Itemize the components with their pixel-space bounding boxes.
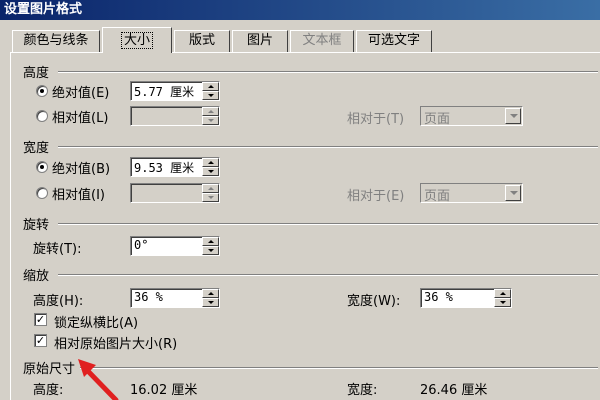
scale-section-title: 缩放 <box>23 269 50 284</box>
tab-layout-label: 版式 <box>188 33 215 48</box>
spin-up-icon[interactable] <box>202 237 219 246</box>
scale-width-label: 宽度(W): <box>347 294 401 309</box>
annotation-arrow-icon <box>78 359 119 400</box>
rotate-section-title: 旋转 <box>23 218 50 233</box>
height-section-divider <box>58 71 598 73</box>
window-title: 设置图片格式 <box>0 0 600 20</box>
width-absolute-label: 绝对值(B) <box>52 162 111 177</box>
chevron-down-icon <box>505 108 521 124</box>
spin-down-icon <box>202 116 219 125</box>
width-relative-to-value: 页面 <box>424 189 451 204</box>
checkmark-icon: ✓ <box>35 313 46 326</box>
scale-height-label: 高度(H): <box>33 294 84 309</box>
width-absolute-value: 9.53 厘米 <box>134 161 195 175</box>
chevron-down-icon <box>505 185 521 201</box>
height-section-title: 高度 <box>23 66 50 81</box>
tab-layout[interactable]: 版式 <box>174 30 230 52</box>
spin-up-icon[interactable] <box>494 289 511 298</box>
tab-textbox-label: 文本框 <box>302 33 342 48</box>
tab-colors-lines[interactable]: 颜色与线条 <box>12 30 100 52</box>
rotate-label: 旋转(T): <box>33 242 82 257</box>
spin-down-icon[interactable] <box>202 91 219 100</box>
original-section-title: 原始尺寸 <box>23 362 76 377</box>
rotate-section-divider <box>58 223 598 225</box>
spin-up-icon[interactable] <box>202 289 219 298</box>
tab-size[interactable]: 大小 <box>102 27 172 53</box>
relative-original-checkbox[interactable]: ✓ <box>34 334 47 347</box>
width-section-divider <box>58 146 598 148</box>
relative-original-label: 相对原始图片大小(R) <box>54 337 178 352</box>
original-width-label: 宽度: <box>347 383 378 398</box>
height-relative-to-label: 相对于(T) <box>347 112 405 127</box>
width-relative-label: 相对值(I) <box>52 188 105 203</box>
rotate-value: 0° <box>134 238 149 252</box>
spin-up-icon[interactable] <box>202 82 219 91</box>
tab-textbox: 文本框 <box>290 30 354 52</box>
tab-colors-lines-label: 颜色与线条 <box>23 33 89 48</box>
height-relative-label: 相对值(L) <box>52 111 109 126</box>
original-height-label: 高度: <box>33 383 64 398</box>
scale-width-value: 36 % <box>424 290 453 304</box>
spin-down-icon[interactable] <box>202 167 219 176</box>
width-relative-spinner <box>130 183 220 203</box>
spin-down-icon[interactable] <box>202 246 219 255</box>
height-absolute-spinner[interactable]: 5.77 厘米 <box>130 81 220 101</box>
tab-alt-text[interactable]: 可选文字 <box>356 30 432 52</box>
rotate-spinner[interactable]: 0° <box>130 236 220 256</box>
width-relative-to-label: 相对于(E) <box>347 189 405 204</box>
spin-up-icon <box>202 184 219 193</box>
original-section-divider <box>80 367 598 369</box>
checkmark-icon: ✓ <box>35 334 46 347</box>
scale-section-divider <box>58 274 598 276</box>
scale-height-value: 36 % <box>134 290 163 304</box>
height-absolute-label: 绝对值(E) <box>52 86 110 101</box>
spin-down-icon[interactable] <box>494 298 511 307</box>
height-relative-to-dropdown: 页面 <box>420 106 523 127</box>
spin-up-icon[interactable] <box>202 158 219 167</box>
height-relative-to-value: 页面 <box>424 112 451 127</box>
width-absolute-radio[interactable] <box>36 161 48 173</box>
original-width-value: 26.46 厘米 <box>420 383 488 398</box>
height-absolute-radio[interactable] <box>36 85 48 97</box>
tab-alt-text-label: 可选文字 <box>367 33 420 48</box>
spin-up-icon <box>202 107 219 116</box>
lock-aspect-label: 锁定纵横比(A) <box>54 316 139 331</box>
width-absolute-spinner[interactable]: 9.53 厘米 <box>130 157 220 177</box>
width-relative-to-dropdown: 页面 <box>420 183 523 204</box>
tab-picture-label: 图片 <box>246 33 273 48</box>
lock-aspect-checkbox[interactable]: ✓ <box>34 313 47 326</box>
tab-picture[interactable]: 图片 <box>232 30 288 52</box>
width-relative-radio[interactable] <box>36 187 48 199</box>
scale-width-spinner[interactable]: 36 % <box>420 288 512 308</box>
spin-down-icon[interactable] <box>202 298 219 307</box>
height-absolute-value: 5.77 厘米 <box>134 85 195 99</box>
width-section-title: 宽度 <box>23 141 50 156</box>
height-relative-spinner <box>130 106 220 126</box>
scale-height-spinner[interactable]: 36 % <box>130 288 220 308</box>
height-relative-radio[interactable] <box>36 110 48 122</box>
tab-size-label: 大小 <box>120 32 153 49</box>
spin-down-icon <box>202 193 219 202</box>
